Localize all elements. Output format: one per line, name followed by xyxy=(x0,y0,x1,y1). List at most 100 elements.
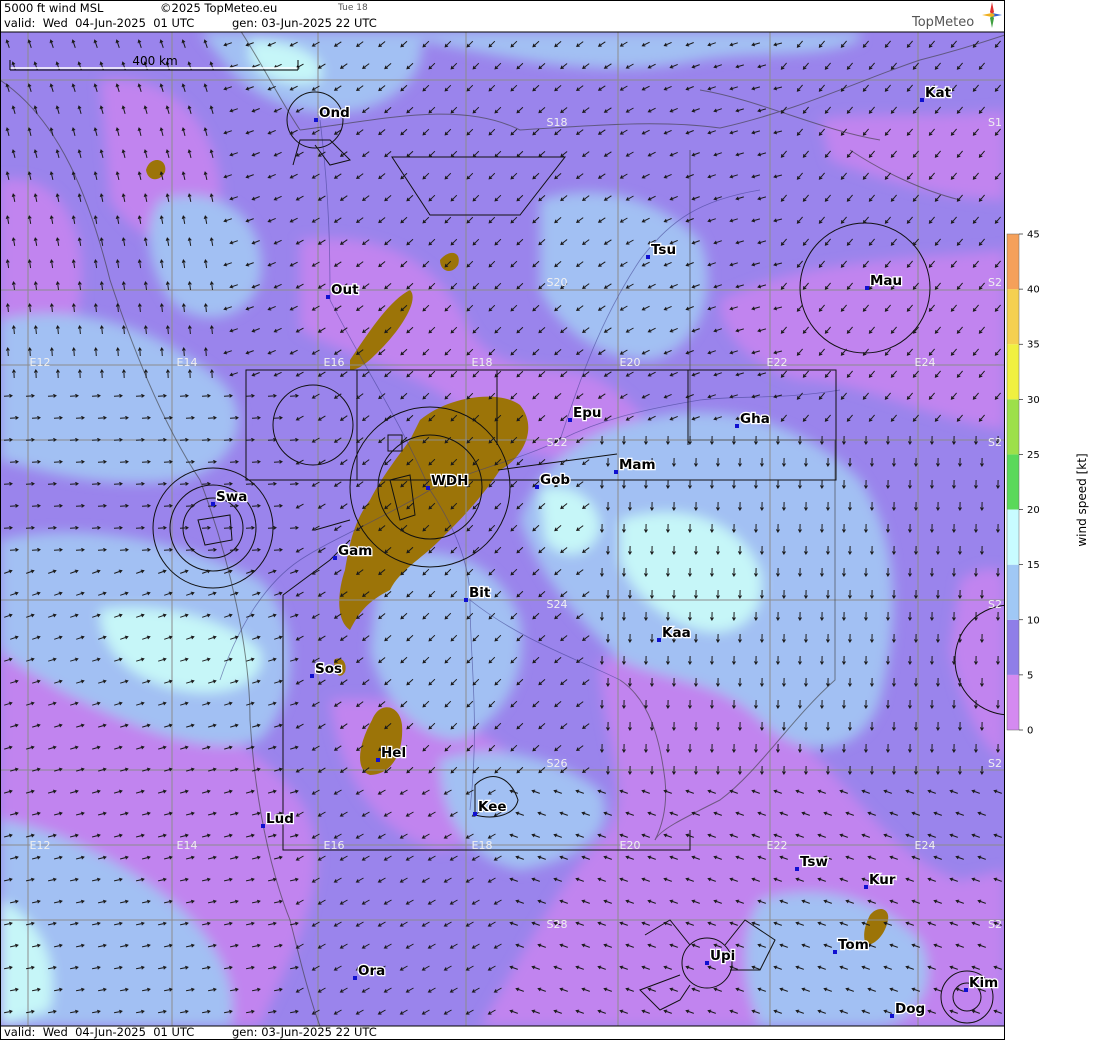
city-marker-icon xyxy=(865,286,869,290)
legend-segment xyxy=(1007,509,1019,565)
lat-label-edge: S1 xyxy=(988,116,1002,129)
forecast-day: Tue 18 xyxy=(338,3,368,13)
legend-tick-label: 5 xyxy=(1027,670,1033,681)
city-marker-icon xyxy=(310,674,314,678)
lon-label: E18 xyxy=(472,839,493,852)
city-out: Out xyxy=(326,281,360,299)
city-marker-icon xyxy=(646,255,650,259)
lat-label: S20 xyxy=(547,276,568,289)
city-label: Tom xyxy=(838,937,869,953)
city-marker-icon xyxy=(326,295,330,299)
lat-label-edge: S2 xyxy=(988,436,1002,449)
lon-label: E12 xyxy=(30,839,51,852)
city-label: Kee xyxy=(478,799,507,815)
city-label: Kaa xyxy=(662,625,691,641)
city-label: Mam xyxy=(619,457,656,473)
legend-tick-label: 15 xyxy=(1027,560,1040,571)
city-label: Swa xyxy=(216,489,247,505)
legend-tick-label: 40 xyxy=(1027,285,1040,296)
legend-ticks: 45 40 35 30 25 20 15 10 5 0 xyxy=(1019,230,1040,737)
topmeteo-logo-icon xyxy=(982,2,1002,28)
lon-label: E24 xyxy=(915,839,936,852)
city-ond: Ond xyxy=(314,104,351,122)
city-bit: Bit xyxy=(464,584,492,602)
lat-label: S24 xyxy=(547,598,568,611)
city-mam: Mam xyxy=(614,456,657,474)
city-marker-icon xyxy=(333,556,337,560)
legend-tick-label: 0 xyxy=(1027,726,1033,737)
city-marker-icon xyxy=(964,988,968,992)
city-marker-icon xyxy=(464,598,468,602)
city-marker-icon xyxy=(261,824,265,828)
lon-label: E18 xyxy=(472,356,493,369)
city-marker-icon xyxy=(920,98,924,102)
legend-segment xyxy=(1007,619,1019,675)
city-wdh: WDH xyxy=(426,472,470,490)
city-kaa: Kaa xyxy=(657,624,692,642)
city-kee: Kee xyxy=(473,798,508,816)
city-tom: Tom xyxy=(833,936,870,954)
city-marker-icon xyxy=(795,867,799,871)
lon-label: E16 xyxy=(324,839,345,852)
lat-label: S26 xyxy=(547,757,568,770)
city-tsu: Tsu xyxy=(646,241,677,259)
legend-axis-label: wind speed [kt] xyxy=(1075,453,1089,546)
city-marker-icon xyxy=(314,118,318,122)
city-upi: Upi xyxy=(705,947,737,965)
lon-label: E12 xyxy=(30,356,51,369)
city-sos: Sos xyxy=(310,660,343,678)
city-label: Mau xyxy=(870,273,902,289)
lon-label: E14 xyxy=(177,839,198,852)
city-label: Out xyxy=(331,282,359,298)
city-dog: Dog xyxy=(890,1000,926,1018)
city-label: Kim xyxy=(969,975,998,991)
city-label: WDH xyxy=(431,473,468,489)
lat-label-edge: S2 xyxy=(988,918,1002,931)
city-label: Kur xyxy=(869,872,896,888)
city-label: Kat xyxy=(925,85,952,101)
legend-tick-label: 20 xyxy=(1027,505,1040,516)
legend-segment xyxy=(1007,454,1019,510)
legend-tick-label: 10 xyxy=(1027,615,1040,626)
map-title: 5000 ft wind MSL xyxy=(4,1,104,15)
legend-tick-label: 35 xyxy=(1027,340,1040,351)
city-marker-icon xyxy=(426,486,430,490)
lon-label: E22 xyxy=(767,839,788,852)
lon-label: E24 xyxy=(915,356,936,369)
city-marker-icon xyxy=(568,418,572,422)
city-swa: Swa xyxy=(211,488,249,506)
city-marker-icon xyxy=(614,470,618,474)
lat-label-edge: S2 xyxy=(988,598,1002,611)
city-kur: Kur xyxy=(864,871,897,889)
scale-bar: 400 km xyxy=(9,54,299,71)
city-tsw: Tsw xyxy=(795,853,829,871)
city-marker-icon xyxy=(353,976,357,980)
city-label: Ora xyxy=(358,963,385,979)
lon-label: E16 xyxy=(324,356,345,369)
city-gha: Gha xyxy=(735,410,771,428)
city-ora: Ora xyxy=(353,962,387,980)
city-hel: Hel xyxy=(376,744,407,762)
legend-tick-label: 30 xyxy=(1027,395,1040,406)
lon-label: E22 xyxy=(767,356,788,369)
city-kim: Kim xyxy=(964,974,999,992)
legend-color-bar xyxy=(1006,233,1020,731)
city-marker-icon xyxy=(657,638,661,642)
city-label: Epu xyxy=(573,405,602,421)
city-marker-icon xyxy=(705,961,709,965)
legend-tick-label: 45 xyxy=(1027,230,1040,241)
legend-segment xyxy=(1007,344,1019,400)
city-marker-icon xyxy=(376,758,380,762)
city-marker-icon xyxy=(473,812,477,816)
city-marker-icon xyxy=(735,424,739,428)
city-marker-icon xyxy=(864,885,868,889)
lat-label: S28 xyxy=(547,918,568,931)
city-label: Sos xyxy=(315,661,342,677)
city-kat: Kat xyxy=(920,84,953,102)
legend-segment xyxy=(1007,564,1019,620)
city-mau: Mau xyxy=(865,272,903,290)
legend-segment xyxy=(1007,234,1019,290)
wind-speed-field: E12 E12 E14 E14 E16 E16 E18 E18 E20 E20 E22 E22 E24 E… xyxy=(0,32,1005,1026)
city-label: Gha xyxy=(740,411,770,427)
city-label: Tsw xyxy=(800,854,828,870)
